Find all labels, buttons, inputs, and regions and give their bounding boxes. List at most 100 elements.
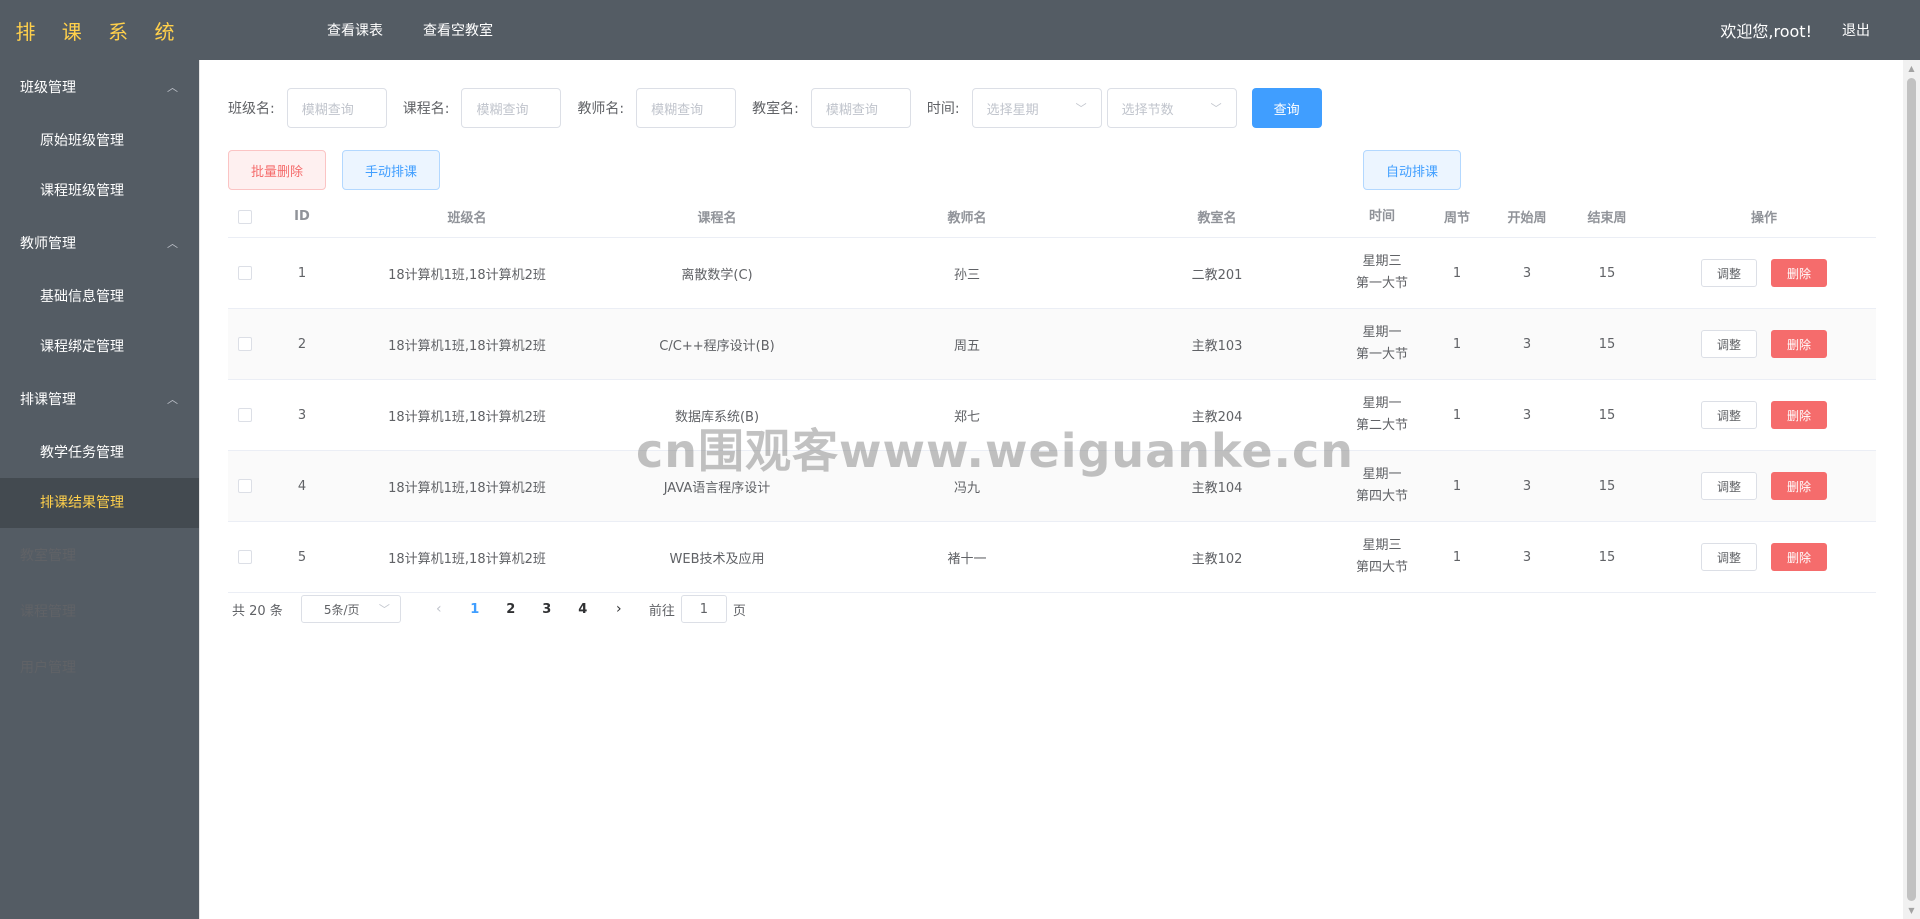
row-checkbox[interactable] bbox=[238, 266, 252, 280]
col-end-week: 结束周 bbox=[1587, 211, 1627, 226]
top-header: 排 课 系 统 查看课表 查看空教室 欢迎您,root! 退出 bbox=[0, 0, 1920, 60]
col-teacher: 教师名 bbox=[947, 211, 987, 226]
cell-course: WEB技术及应用 bbox=[669, 551, 765, 567]
next-page-icon[interactable]: › bbox=[601, 601, 637, 617]
col-start-week: 开始周 bbox=[1507, 211, 1547, 226]
page-1-button[interactable]: 1 bbox=[457, 602, 493, 617]
menu-title-label: 教师管理 bbox=[20, 236, 76, 252]
menu-group-schedule: 排课管理 ︿ 教学任务管理 排课结果管理 bbox=[0, 372, 200, 528]
col-id: ID bbox=[294, 209, 310, 224]
goto-suffix: 页 bbox=[732, 603, 746, 619]
row-checkbox-cell bbox=[228, 479, 262, 493]
cell-operations: 调整 删除 bbox=[1652, 330, 1876, 358]
sidebar-item-classrooms[interactable]: 教室管理 bbox=[0, 528, 200, 584]
cell-time-section: 第一大节 bbox=[1355, 347, 1408, 362]
adjust-button[interactable]: 调整 bbox=[1701, 401, 1757, 429]
delete-button[interactable]: 删除 bbox=[1771, 259, 1827, 287]
cell-end-week: 15 bbox=[1598, 549, 1616, 565]
cell-id: 3 bbox=[297, 407, 307, 423]
col-class: 班级名 bbox=[447, 211, 487, 226]
menu-title-label: 用户管理 bbox=[20, 660, 76, 676]
pagination-total: 共 20 条 bbox=[232, 603, 283, 619]
search-button[interactable]: 查询 bbox=[1251, 88, 1322, 128]
sidebar-item-courses[interactable]: 课程管理 bbox=[0, 584, 200, 640]
auto-schedule-button[interactable]: 自动排课 bbox=[1363, 150, 1461, 190]
cell-operations: 调整 删除 bbox=[1652, 259, 1876, 287]
sidebar-item-original-class[interactable]: 原始班级管理 bbox=[0, 116, 200, 166]
adjust-button[interactable]: 调整 bbox=[1701, 330, 1757, 358]
select-all-checkbox[interactable] bbox=[238, 209, 252, 224]
batch-delete-button[interactable]: 批量删除 bbox=[228, 150, 326, 190]
sidebar-item-users[interactable]: 用户管理 bbox=[0, 640, 200, 696]
sidebar: 班级管理 ︿ 原始班级管理 课程班级管理 教师管理 ︿ 基础信息管理 课程绑定管… bbox=[0, 60, 200, 919]
scroll-down-icon[interactable]: ▼ bbox=[1903, 902, 1920, 919]
logout-link[interactable]: 退出 bbox=[1842, 20, 1870, 40]
filter-bar: 班级名: 模糊查询 课程名: 模糊查询 教师名: 模糊查询 教室名: 模糊查询 … bbox=[228, 88, 1872, 128]
cell-week-section: 1 bbox=[1452, 336, 1462, 352]
prev-page-icon[interactable]: ‹ bbox=[421, 601, 457, 617]
chevron-up-icon: ︿ bbox=[167, 393, 178, 406]
page-2-button[interactable]: 2 bbox=[493, 602, 529, 617]
menu-title-label: 班级管理 bbox=[20, 80, 76, 96]
sidebar-item-course-class[interactable]: 课程班级管理 bbox=[0, 166, 200, 216]
goto-page-input[interactable]: 1 bbox=[680, 595, 727, 623]
weekday-select[interactable]: 选择星期 ﹀ bbox=[971, 88, 1102, 128]
table-row: 2 18计算机1班,18计算机2班 C/C++程序设计(B) 周五 主教103 星期一 第一… bbox=[228, 309, 1876, 380]
delete-button[interactable]: 删除 bbox=[1771, 330, 1827, 358]
room-filter-label: 教室名: bbox=[752, 101, 799, 117]
sidebar-item-basic-info[interactable]: 基础信息管理 bbox=[0, 272, 200, 322]
page-size-select[interactable]: 5条/页 ﹀ bbox=[300, 595, 401, 623]
cell-time-section: 第四大节 bbox=[1355, 560, 1408, 575]
cell-class: 18计算机1班,18计算机2班 bbox=[388, 480, 546, 496]
class-search-input[interactable]: 模糊查询 bbox=[286, 88, 387, 128]
row-checkbox[interactable] bbox=[238, 408, 252, 422]
menu-title-schedule[interactable]: 排课管理 ︿ bbox=[0, 372, 200, 428]
row-checkbox[interactable] bbox=[238, 550, 252, 564]
menu-title-label: 课程管理 bbox=[20, 604, 76, 620]
cell-course: C/C++程序设计(B) bbox=[659, 338, 775, 354]
sidebar-item-course-binding[interactable]: 课程绑定管理 bbox=[0, 322, 200, 372]
nav-view-empty-rooms[interactable]: 查看空教室 bbox=[423, 20, 493, 40]
delete-button[interactable]: 删除 bbox=[1771, 472, 1827, 500]
cell-operations: 调整 删除 bbox=[1652, 543, 1876, 571]
nav-view-schedule[interactable]: 查看课表 bbox=[327, 20, 383, 40]
adjust-button[interactable]: 调整 bbox=[1701, 543, 1757, 571]
menu-title-class[interactable]: 班级管理 ︿ bbox=[0, 60, 200, 116]
sidebar-item-schedule-results[interactable]: 排课结果管理 bbox=[0, 478, 200, 528]
page-3-button[interactable]: 3 bbox=[529, 602, 565, 617]
vertical-scrollbar[interactable]: ▲ ▼ bbox=[1903, 60, 1920, 919]
time-filter-label: 时间: bbox=[926, 101, 960, 117]
menu-title-label: 教室管理 bbox=[20, 548, 76, 564]
weekday-select-placeholder: 选择星期 bbox=[986, 102, 1039, 118]
cell-room: 主教103 bbox=[1191, 338, 1243, 354]
delete-button[interactable]: 删除 bbox=[1771, 401, 1827, 429]
cell-room: 主教102 bbox=[1191, 551, 1243, 567]
cell-end-week: 15 bbox=[1598, 407, 1616, 423]
scroll-thumb[interactable] bbox=[1907, 78, 1916, 901]
page-4-button[interactable]: 4 bbox=[565, 602, 601, 617]
row-checkbox[interactable] bbox=[238, 479, 252, 493]
welcome-text: 欢迎您,root! bbox=[1720, 22, 1812, 41]
section-select[interactable]: 选择节数 ﹀ bbox=[1106, 88, 1237, 128]
adjust-button[interactable]: 调整 bbox=[1701, 259, 1757, 287]
delete-button[interactable]: 删除 bbox=[1771, 543, 1827, 571]
sidebar-item-teaching-tasks[interactable]: 教学任务管理 bbox=[0, 428, 200, 478]
cell-time: 星期三 第四大节 bbox=[1342, 535, 1422, 579]
cell-id: 2 bbox=[297, 336, 307, 352]
cell-time-section: 第四大节 bbox=[1355, 489, 1408, 504]
manual-schedule-button[interactable]: 手动排课 bbox=[342, 150, 440, 190]
scroll-up-icon[interactable]: ▲ bbox=[1903, 60, 1920, 77]
adjust-button[interactable]: 调整 bbox=[1701, 472, 1757, 500]
chevron-down-icon: ﹀ bbox=[1075, 102, 1087, 115]
course-search-input[interactable]: 模糊查询 bbox=[461, 88, 562, 128]
col-week-section: 周节 bbox=[1443, 211, 1470, 226]
chevron-down-icon: ﹀ bbox=[1210, 102, 1222, 115]
cell-start-week: 3 bbox=[1522, 407, 1532, 423]
col-course: 课程名 bbox=[697, 211, 737, 226]
menu-title-teacher[interactable]: 教师管理 ︿ bbox=[0, 216, 200, 272]
row-checkbox[interactable] bbox=[238, 337, 252, 351]
cell-end-week: 15 bbox=[1598, 336, 1616, 352]
room-search-input[interactable]: 模糊查询 bbox=[810, 88, 911, 128]
teacher-filter-label: 教师名: bbox=[577, 101, 625, 117]
teacher-search-input[interactable]: 模糊查询 bbox=[636, 88, 737, 128]
